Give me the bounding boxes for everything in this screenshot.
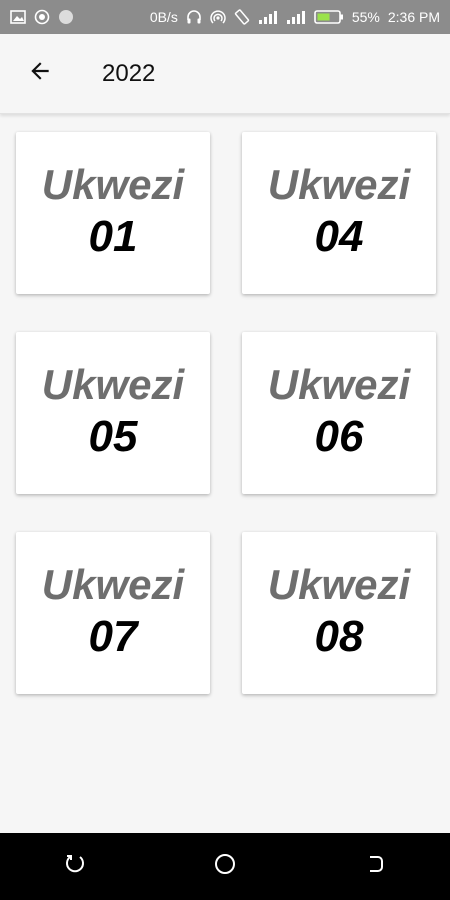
card-number: 01 [88, 211, 138, 261]
card-number: 06 [314, 411, 364, 461]
app-bar: 2022 [0, 34, 450, 114]
recents-icon [64, 853, 86, 880]
record-icon [34, 9, 50, 25]
month-card[interactable]: Ukwezi 05 [16, 332, 210, 494]
status-bar-right: 0B/s 55% 2:36 PM [150, 9, 440, 25]
home-button[interactable] [195, 837, 255, 897]
back-nav-button[interactable] [345, 837, 405, 897]
recents-button[interactable] [45, 837, 105, 897]
card-number: 08 [314, 611, 364, 661]
card-title: Ukwezi [41, 360, 185, 408]
battery-icon [314, 9, 344, 25]
headphones-icon [186, 9, 202, 25]
card-title: Ukwezi [41, 160, 185, 208]
back-button[interactable] [0, 34, 80, 114]
circle-icon [58, 9, 74, 25]
card-number: 07 [88, 611, 138, 661]
card-number: 05 [88, 411, 138, 461]
rotate-icon [234, 9, 250, 25]
network-speed: 0B/s [149, 9, 178, 25]
card-title: Ukwezi [267, 360, 411, 408]
signal-icon [258, 9, 278, 25]
battery-level: 55% [351, 9, 380, 25]
card-title: Ukwezi [41, 560, 185, 608]
month-grid: Ukwezi 01 Ukwezi 04 Ukwezi 05 Ukwezi 06 … [16, 132, 436, 694]
status-bar-left [10, 9, 74, 25]
card-title: Ukwezi [267, 560, 411, 608]
navigation-bar [0, 833, 450, 900]
month-card[interactable]: Ukwezi 04 [242, 132, 436, 294]
gallery-icon [10, 10, 26, 24]
status-bar: 0B/s 55% 2:36 PM [0, 0, 450, 34]
page-title: 2022 [102, 59, 156, 87]
home-icon [213, 852, 237, 881]
screen: 0B/s 55% 2:36 PM 2022 Ukwezi 01 Ukwezi 0… [0, 0, 450, 900]
signal-icon [286, 9, 306, 25]
card-number: 04 [314, 211, 364, 261]
month-card[interactable]: Ukwezi 06 [242, 332, 436, 494]
month-card[interactable]: Ukwezi 01 [16, 132, 210, 294]
month-card[interactable]: Ukwezi 07 [16, 532, 210, 694]
arrow-back-icon [27, 58, 53, 89]
back-nav-icon [364, 853, 386, 880]
card-title: Ukwezi [267, 160, 411, 208]
hotspot-icon [210, 9, 226, 25]
month-card[interactable]: Ukwezi 08 [242, 532, 436, 694]
clock: 2:36 PM [387, 9, 440, 25]
